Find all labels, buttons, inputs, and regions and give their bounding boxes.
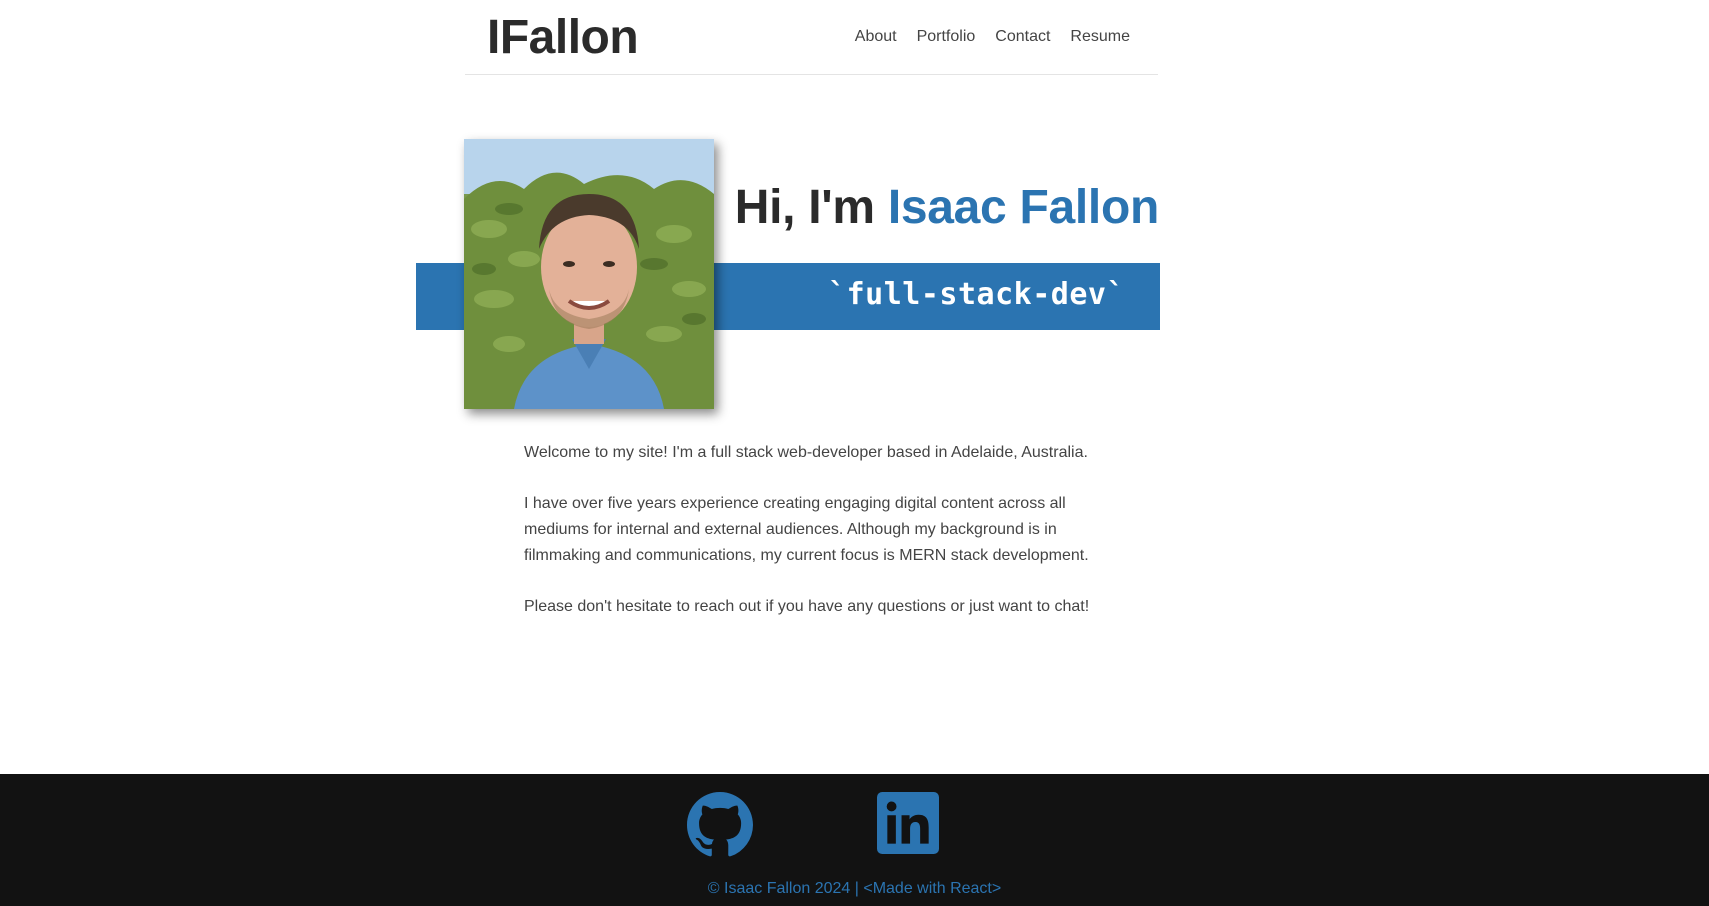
intro-paragraph: I have over five years experience creati… bbox=[524, 495, 1089, 564]
site-footer: © Isaac Fallon 2024 | <Made with React> bbox=[0, 774, 1709, 906]
nav-link-contact[interactable]: Contact bbox=[995, 28, 1050, 46]
main-nav: About Portfolio Contact Resume bbox=[855, 28, 1130, 46]
nav-link-about[interactable]: About bbox=[855, 28, 897, 46]
hero-heading: Hi, I'm Isaac Fallon bbox=[734, 180, 1160, 235]
intro-paragraph: Please don't hesitate to reach out if yo… bbox=[524, 598, 1090, 615]
nav-link-resume[interactable]: Resume bbox=[1070, 28, 1130, 46]
copyright-label: © Isaac Fallon 2024 | bbox=[707, 880, 864, 897]
github-icon bbox=[687, 792, 753, 857]
intro-section: Welcome to my site! I'm a full stack web… bbox=[524, 440, 1094, 645]
copyright-text: © Isaac Fallon 2024 | <Made with React> bbox=[0, 880, 1709, 898]
nav-link-portfolio[interactable]: Portfolio bbox=[917, 28, 976, 46]
hero-name: Isaac Fallon bbox=[887, 181, 1159, 235]
made-with-react-link[interactable]: <Made with React> bbox=[863, 880, 1001, 897]
linkedin-link[interactable] bbox=[877, 792, 943, 858]
hero-greeting: Hi, I'm bbox=[734, 181, 888, 235]
site-logo[interactable]: IFallon bbox=[487, 10, 639, 65]
linkedin-icon bbox=[877, 792, 939, 854]
profile-photo bbox=[464, 139, 714, 409]
tagline: `full-stack-dev` bbox=[828, 277, 1125, 312]
github-link[interactable] bbox=[687, 792, 753, 858]
site-header: IFallon About Portfolio Contact Resume bbox=[465, 0, 1158, 75]
intro-paragraph: Welcome to my site! I'm a full stack web… bbox=[524, 444, 1088, 461]
